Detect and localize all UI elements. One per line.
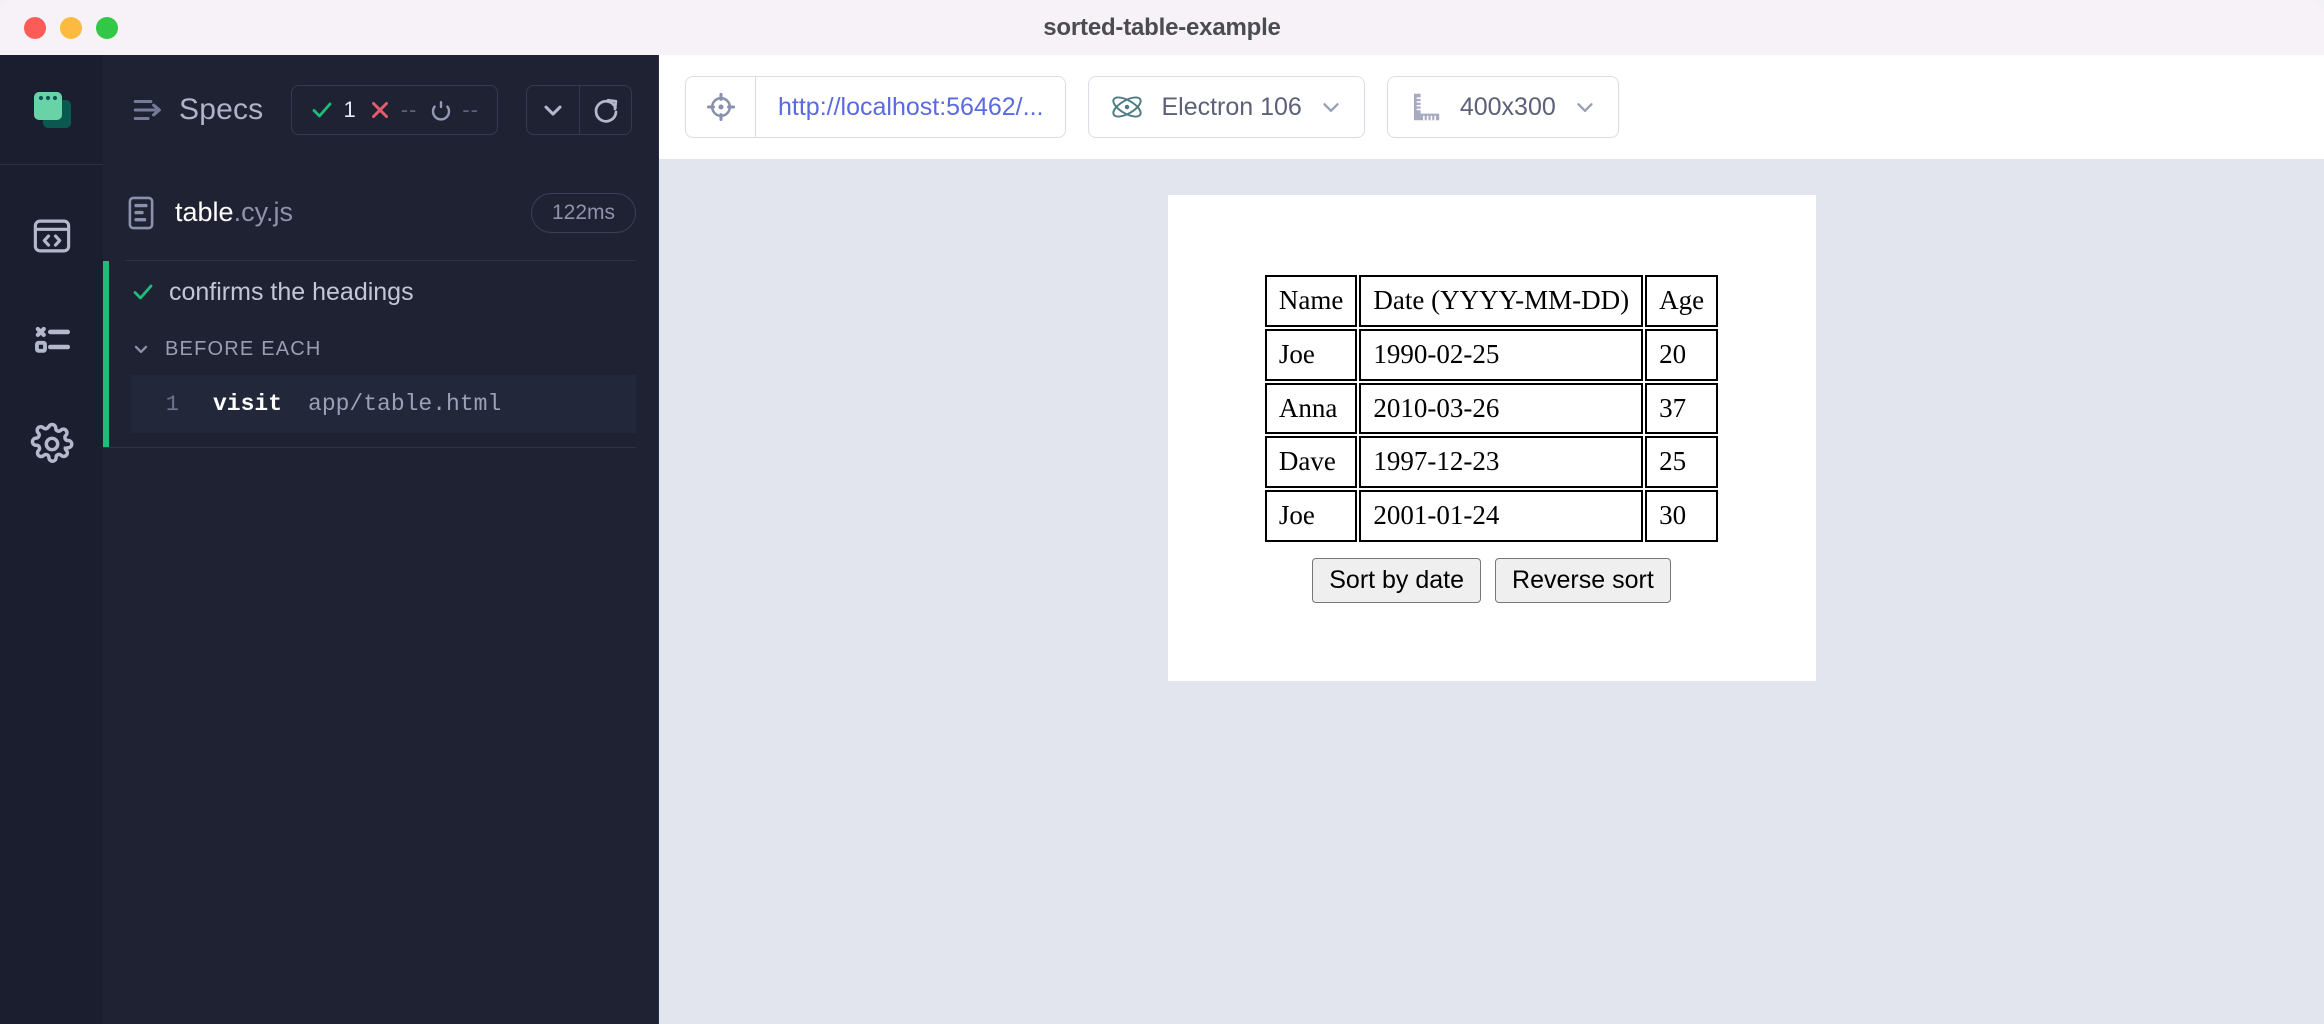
header-cell-age: Age xyxy=(1645,275,1719,327)
command-number: 1 xyxy=(165,391,179,417)
cell-date: 2001-01-24 xyxy=(1359,490,1644,542)
checklist-icon xyxy=(34,326,70,353)
header-cell-name: Name xyxy=(1264,275,1358,327)
spec-base-name: table xyxy=(175,197,234,227)
spec-extension: .cy.js xyxy=(233,197,294,227)
hook-label: BEFORE EACH xyxy=(165,337,322,360)
window-body: Specs 1 -- -- table.cy.js 122ms confirms… xyxy=(0,55,2324,1024)
failed-count: -- xyxy=(400,97,418,122)
cypress-logo-icon xyxy=(33,91,71,128)
pending-count: -- xyxy=(462,97,479,122)
x-icon xyxy=(371,102,388,118)
passed-count: 1 xyxy=(343,97,356,122)
cell-age: 37 xyxy=(1645,382,1719,435)
chevron-down-icon xyxy=(1323,103,1339,112)
cell-age: 30 xyxy=(1645,490,1719,542)
viewport-selector[interactable]: 400x300 xyxy=(1386,76,1619,138)
left-icon-rail xyxy=(0,55,103,1024)
test-row[interactable]: confirms the headings xyxy=(103,261,636,323)
url-text[interactable]: http://localhost:56462/... xyxy=(756,93,1065,122)
cell-date: 1990-02-25 xyxy=(1359,328,1644,381)
selector-playground-button[interactable] xyxy=(686,77,756,137)
specs-title: Specs xyxy=(179,93,264,126)
stat-pending: -- xyxy=(429,97,479,123)
rail-icon-list xyxy=(23,165,81,467)
cypress-app-window: sorted-table-example Specs 1 -- -- table… xyxy=(0,0,2324,1024)
browser-selector[interactable]: Electron 106 xyxy=(1088,76,1365,138)
gear-icon xyxy=(30,422,73,463)
specs-header: Specs 1 -- -- xyxy=(103,55,658,165)
command-row[interactable]: 1 visit app/table.html xyxy=(131,375,636,433)
aut-toolbar: http://localhost:56462/... Electron 106 xyxy=(659,55,2324,159)
chevron-down-icon xyxy=(134,345,148,354)
maximize-window-button[interactable] xyxy=(96,16,118,39)
aut-stage: Name Date (YYYY-MM-DD) Age Joe 1990-02-2… xyxy=(659,159,2324,1024)
sidebar-item-runs[interactable] xyxy=(23,317,81,363)
table-row: Dave 1997-12-23 25 xyxy=(1264,436,1719,489)
app-viewport: Name Date (YYYY-MM-DD) Age Joe 1990-02-2… xyxy=(1167,195,1816,681)
pending-icon xyxy=(432,101,451,121)
window-title: sorted-table-example xyxy=(1043,13,1281,41)
check-icon xyxy=(133,284,153,300)
spec-file-row[interactable]: table.cy.js 122ms xyxy=(125,165,636,261)
window-titlebar: sorted-table-example xyxy=(0,0,2324,55)
stat-passed: 1 xyxy=(310,97,356,123)
test-stats: 1 -- -- xyxy=(291,85,498,135)
ruler-icon xyxy=(1413,93,1440,121)
app-under-test-pane: http://localhost:56462/... Electron 106 xyxy=(659,55,2324,1024)
table-action-buttons: Sort by date Reverse sort xyxy=(1312,557,1671,603)
stat-failed: -- xyxy=(368,97,418,123)
cell-name: Anna xyxy=(1264,382,1358,435)
table-header-row: Name Date (YYYY-MM-DD) Age xyxy=(1264,275,1719,327)
table-body: Name Date (YYYY-MM-DD) Age Joe 1990-02-2… xyxy=(1264,275,1719,542)
url-bar: http://localhost:56462/... xyxy=(685,76,1067,138)
header-cell-date: Date (YYYY-MM-DD) xyxy=(1359,275,1644,327)
refresh-icon xyxy=(594,98,617,123)
chevron-down-button[interactable] xyxy=(527,86,579,134)
test-block: confirms the headings BEFORE EACH 1 visi… xyxy=(103,261,636,448)
viewport-label: 400x300 xyxy=(1459,92,1556,121)
spec-duration-badge: 122ms xyxy=(530,192,636,233)
minimize-window-button[interactable] xyxy=(60,16,82,39)
collapse-sidebar-icon[interactable] xyxy=(131,93,165,127)
close-window-button[interactable] xyxy=(24,16,46,39)
specs-panel: Specs 1 -- -- table.cy.js 122ms confirms… xyxy=(103,55,659,1024)
check-icon xyxy=(313,102,332,118)
test-title: confirms the headings xyxy=(169,277,414,306)
cell-name: Joe xyxy=(1264,490,1358,542)
command-name: visit xyxy=(213,391,283,417)
table-row: Joe 2001-01-24 30 xyxy=(1264,490,1719,542)
spec-file-icon xyxy=(128,196,154,229)
hook-row[interactable]: BEFORE EACH xyxy=(103,323,636,375)
table-row: Anna 2010-03-26 37 xyxy=(1264,382,1719,435)
browser-code-icon xyxy=(33,219,70,253)
sorted-table: Name Date (YYYY-MM-DD) Age Joe 1990-02-2… xyxy=(1263,273,1720,544)
cell-name: Dave xyxy=(1264,436,1358,489)
specs-controls xyxy=(526,85,632,135)
browser-label: Electron 106 xyxy=(1161,92,1302,121)
cypress-logo xyxy=(0,55,103,165)
cell-name: Joe xyxy=(1264,328,1358,381)
chevron-down-icon xyxy=(544,105,562,116)
cell-date: 2010-03-26 xyxy=(1359,382,1644,435)
sidebar-item-settings[interactable] xyxy=(23,421,81,467)
electron-icon xyxy=(1112,96,1143,118)
cell-age: 20 xyxy=(1645,328,1719,381)
reverse-sort-button[interactable]: Reverse sort xyxy=(1495,557,1671,603)
sidebar-item-specs[interactable] xyxy=(23,213,81,259)
cell-age: 25 xyxy=(1645,436,1719,489)
command-argument: app/table.html xyxy=(308,391,502,417)
spec-file-name: table.cy.js xyxy=(175,197,293,228)
cell-date: 1997-12-23 xyxy=(1359,436,1644,489)
table-row: Joe 1990-02-25 20 xyxy=(1264,328,1719,381)
traffic-lights xyxy=(0,16,118,39)
refresh-button[interactable] xyxy=(579,86,631,134)
chevron-down-icon xyxy=(1577,103,1593,112)
sort-by-date-button[interactable]: Sort by date xyxy=(1312,557,1482,603)
crosshair-icon xyxy=(706,92,735,122)
